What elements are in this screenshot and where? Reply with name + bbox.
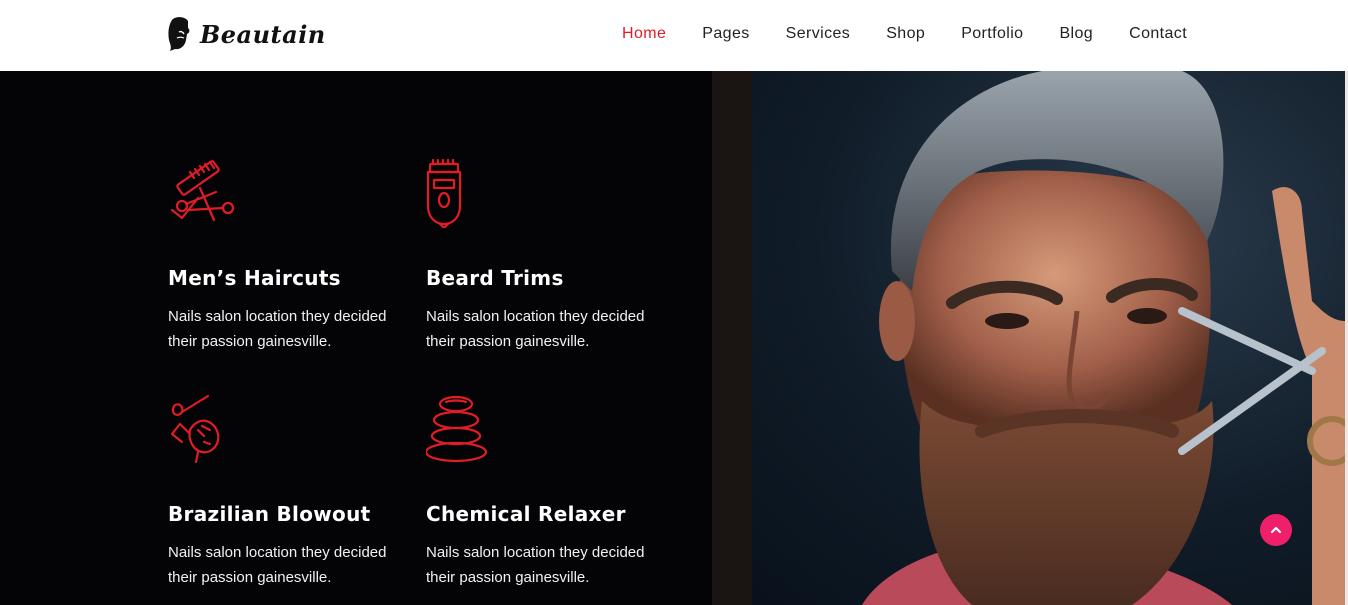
service-title: Beard Trims <box>426 266 564 290</box>
nav-home[interactable]: Home <box>622 24 666 44</box>
hair-dryer-icon <box>170 394 220 464</box>
nav-shop[interactable]: Shop <box>886 24 925 44</box>
nav-contact[interactable]: Contact <box>1129 24 1187 44</box>
spa-stones-icon <box>426 395 488 463</box>
service-description: Nails salon location they decided their … <box>168 544 387 586</box>
bearded-man-logo-icon <box>168 17 190 51</box>
chevron-up-icon <box>1270 526 1282 534</box>
brand-name: Beautain <box>200 19 326 49</box>
service-description: Nails salon location they decided their … <box>168 308 387 350</box>
service-description: Nails salon location they decided their … <box>426 544 645 586</box>
main-nav: Home Pages Services Shop Portfolio Blog … <box>622 24 1223 44</box>
service-title: Men’s Haircuts <box>168 266 341 290</box>
service-title: Brazilian Blowout <box>168 502 371 526</box>
nav-services[interactable]: Services <box>786 24 851 44</box>
service-description: Nails salon location they decided their … <box>426 308 645 350</box>
comb-scissors-icon <box>170 160 235 222</box>
logo[interactable]: Beautain <box>166 16 326 52</box>
site-header: Beautain Home Pages Services Shop Portfo… <box>0 0 1348 71</box>
bearded-man-photo <box>712 71 1345 605</box>
hero-photo <box>712 71 1345 605</box>
nav-portfolio[interactable]: Portfolio <box>961 24 1023 44</box>
back-to-top-button[interactable] <box>1260 514 1292 546</box>
nav-blog[interactable]: Blog <box>1059 24 1093 44</box>
nav-pages[interactable]: Pages <box>702 24 749 44</box>
trimmer-icon <box>426 158 462 228</box>
service-title: Chemical Relaxer <box>426 502 626 526</box>
